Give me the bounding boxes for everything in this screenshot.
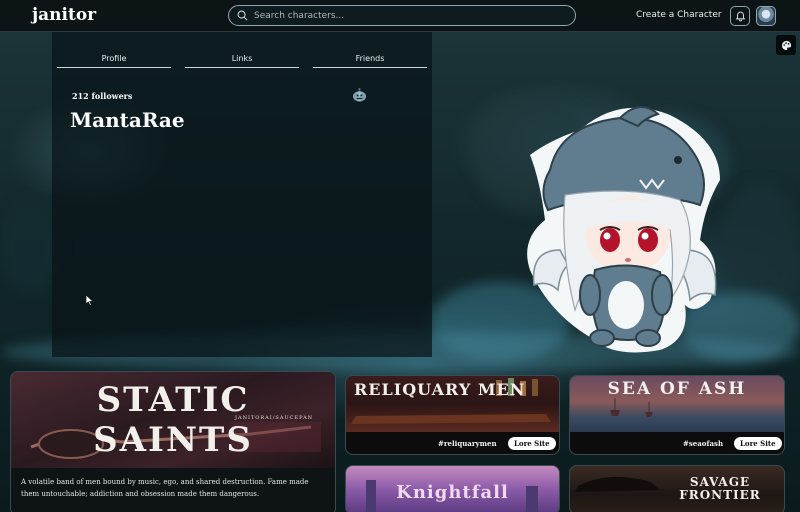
bell-icon: [735, 11, 745, 21]
followers-count[interactable]: 212 followers: [72, 91, 132, 101]
card-title: SAVAGE FRONTIER: [679, 475, 761, 502]
profile-username: MantaRae: [70, 108, 185, 132]
lore-site-button[interactable]: Lore Site: [734, 437, 782, 450]
character-card-static-saints[interactable]: STATIC SAINTS JANITORAI/SAUCEPAN A volat…: [10, 371, 336, 512]
notifications-button[interactable]: [730, 6, 750, 26]
lore-site-button[interactable]: Lore Site: [508, 437, 556, 450]
character-card-sea-of-ash[interactable]: SEA OF ASH #seaofash Lore Site: [569, 375, 785, 455]
pumpkin-icon: [352, 88, 367, 102]
card-description: A volatile band of men bound by music, e…: [21, 478, 309, 498]
create-character-link[interactable]: Create a Character: [636, 10, 722, 20]
character-sticker: [527, 106, 720, 353]
profile-panel: Profile Links Friends 212 followers Mant…: [52, 32, 432, 357]
search-input[interactable]: [254, 10, 554, 21]
search-icon: [237, 10, 248, 21]
character-card-reliquary-men[interactable]: RELIQUARY MEN #reliquarymen Lore Site: [345, 375, 560, 455]
palette-icon: [781, 40, 791, 50]
tab-profile[interactable]: Profile: [57, 54, 171, 68]
top-nav: janitor Create a Character: [0, 0, 800, 32]
card-hashtag[interactable]: #seaofash: [683, 439, 723, 448]
card-subtitle: JANITORAI/SAUCEPAN: [235, 415, 314, 421]
card-title: Knightfall: [396, 482, 509, 503]
card-title: RELIQUARY MEN: [354, 380, 526, 399]
character-card-knightfall[interactable]: Knightfall: [345, 465, 560, 512]
card-hashtag[interactable]: #reliquarymen: [438, 439, 497, 448]
tab-friends[interactable]: Friends: [313, 54, 427, 68]
site-logo[interactable]: janitor: [32, 5, 96, 25]
card-title: SEA OF ASH: [607, 379, 747, 399]
theme-button[interactable]: [776, 35, 796, 55]
search-bar[interactable]: [228, 5, 576, 26]
cursor-icon: [85, 294, 94, 306]
tab-links[interactable]: Links: [185, 54, 299, 68]
user-avatar-button[interactable]: [756, 6, 776, 26]
character-card-savage-frontier[interactable]: SAVAGE FRONTIER: [569, 465, 785, 512]
